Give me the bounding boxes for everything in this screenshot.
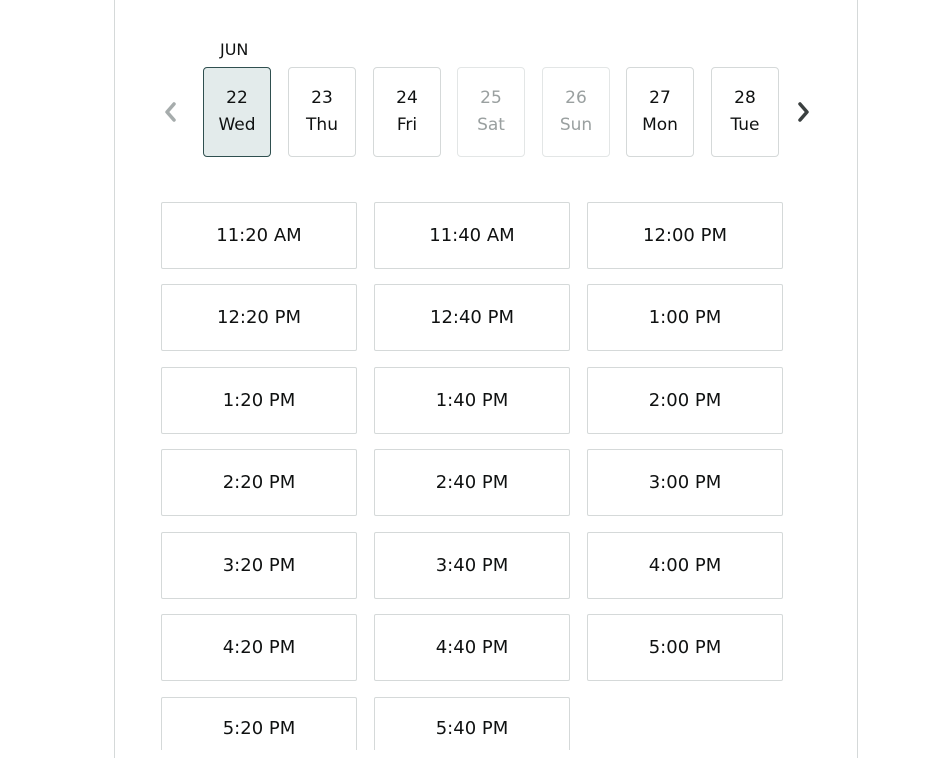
day-weekday: Tue bbox=[730, 115, 760, 135]
time-slot-button[interactable]: 1:00 PM bbox=[587, 284, 783, 351]
day-date: 22 bbox=[226, 88, 248, 108]
time-slot-button[interactable]: 5:20 PM bbox=[161, 697, 357, 750]
day-weekday: Mon bbox=[642, 115, 678, 135]
time-slot-button[interactable]: 12:20 PM bbox=[161, 284, 357, 351]
time-slot-button[interactable]: 12:00 PM bbox=[587, 202, 783, 269]
time-slot-button[interactable]: 4:20 PM bbox=[161, 614, 357, 681]
day-weekday: Fri bbox=[396, 115, 418, 135]
time-slot-button[interactable]: 2:20 PM bbox=[161, 449, 357, 516]
day-date: 28 bbox=[734, 88, 756, 108]
time-slot-button[interactable]: 5:00 PM bbox=[587, 614, 783, 681]
time-slot-button[interactable]: 3:40 PM bbox=[374, 532, 570, 599]
time-slot-button[interactable]: 11:20 AM bbox=[161, 202, 357, 269]
time-slot-button[interactable]: 3:20 PM bbox=[161, 532, 357, 599]
day-weekday: Sun bbox=[559, 115, 593, 135]
day-weekday: Sat bbox=[477, 115, 505, 135]
time-slot-button[interactable]: 1:40 PM bbox=[374, 367, 570, 434]
month-label: JUN bbox=[220, 40, 249, 59]
prev-week-button[interactable] bbox=[160, 97, 180, 127]
day-button-23[interactable]: 23 Thu bbox=[288, 67, 356, 157]
day-date: 27 bbox=[649, 88, 671, 108]
day-date: 24 bbox=[396, 88, 418, 108]
day-weekday: Wed bbox=[218, 115, 256, 135]
day-weekday: Thu bbox=[306, 115, 338, 135]
time-slot-button[interactable]: 11:40 AM bbox=[374, 202, 570, 269]
day-date: 26 bbox=[565, 88, 587, 108]
day-date: 23 bbox=[311, 88, 333, 108]
day-button-22[interactable]: 22 Wed bbox=[203, 67, 271, 157]
time-slot-button[interactable]: 2:40 PM bbox=[374, 449, 570, 516]
time-slot-button[interactable]: 2:00 PM bbox=[587, 367, 783, 434]
time-slot-button[interactable]: 4:00 PM bbox=[587, 532, 783, 599]
time-slot-button[interactable]: 12:40 PM bbox=[374, 284, 570, 351]
next-week-button[interactable] bbox=[794, 97, 814, 127]
day-button-26: 26 Sun bbox=[542, 67, 610, 157]
chevron-left-icon bbox=[165, 102, 176, 122]
time-slot-button[interactable]: 3:00 PM bbox=[587, 449, 783, 516]
time-slot-button[interactable]: 4:40 PM bbox=[374, 614, 570, 681]
day-button-27[interactable]: 27 Mon bbox=[626, 67, 694, 157]
day-date: 25 bbox=[480, 88, 502, 108]
day-button-28[interactable]: 28 Tue bbox=[711, 67, 779, 157]
day-button-25: 25 Sat bbox=[457, 67, 525, 157]
time-slot-button[interactable]: 1:20 PM bbox=[161, 367, 357, 434]
day-button-24[interactable]: 24 Fri bbox=[373, 67, 441, 157]
chevron-right-icon bbox=[798, 102, 809, 122]
time-slot-button[interactable]: 5:40 PM bbox=[374, 697, 570, 750]
